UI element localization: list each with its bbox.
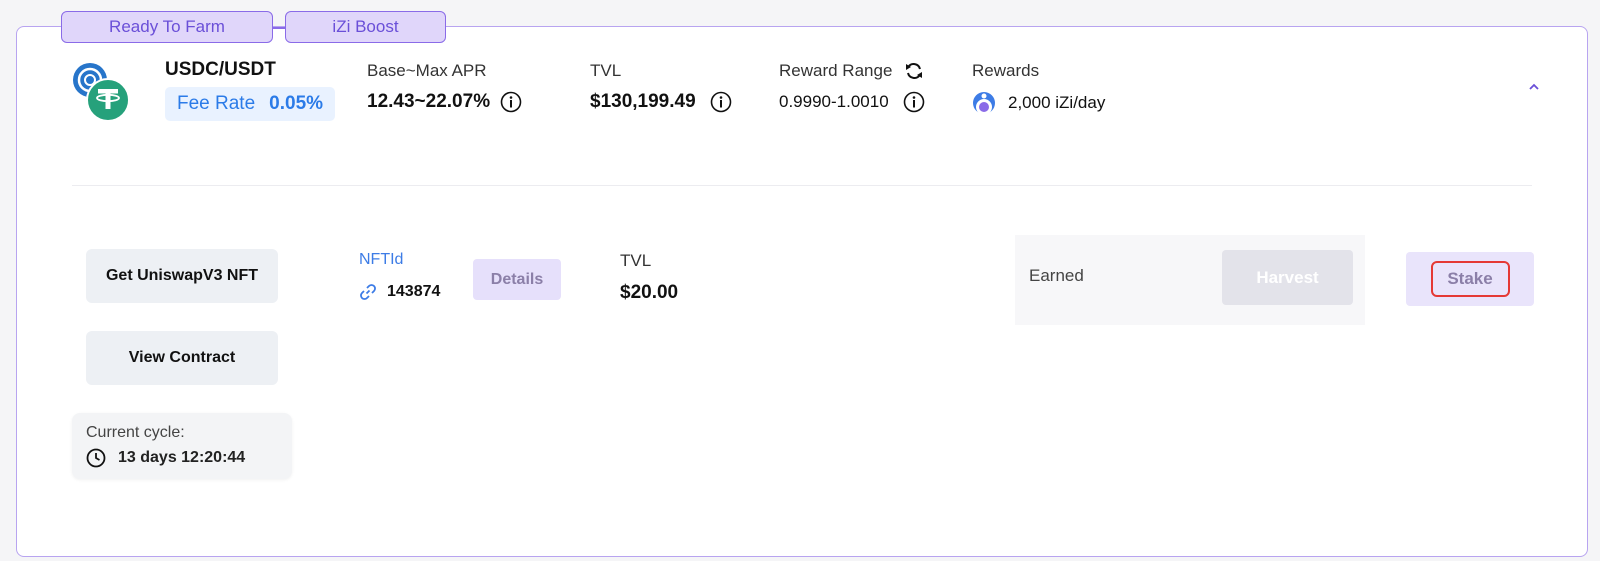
fee-rate-badge: Fee Rate 0.05% [165,87,336,121]
get-uniswapv3-nft-button[interactable]: Get UniswapV3 NFT [86,249,278,303]
tag-izi-boost: iZi Boost [285,11,446,43]
refresh-icon[interactable] [904,61,924,81]
fee-rate-label: Fee Rate [177,93,256,114]
reward-range-header: Reward Range [779,61,924,81]
nft-id-row[interactable]: 143874 [359,283,440,301]
tvl-row: $130,199.49 [590,91,732,113]
current-cycle-panel: Current cycle: 13 days 12:20:44 [72,413,292,479]
current-cycle-value: 13 days 12:20:44 [118,449,246,466]
apr-value: 12.43~22.07% [367,91,491,112]
link-icon[interactable] [359,283,377,301]
reward-range-info-icon[interactable] [903,91,925,113]
reward-range-label: Reward Range [779,61,893,80]
rewards-row: 2,000 iZi/day [972,91,1105,115]
nft-tvl-value: $20.00 [620,282,679,303]
rewards-value: 2,000 iZi/day [1008,93,1106,112]
pool-name: USDC/USDT [165,59,276,80]
section-divider [72,185,1532,186]
fee-rate-value: 0.05% [269,93,324,114]
earned-panel: Earned Harvest [1015,235,1365,325]
nft-id-label: NFTId [359,251,404,268]
tag-ready-to-farm: Ready To Farm [61,11,273,43]
rewards-label: Rewards [972,61,1040,80]
earned-label: Earned [1029,266,1084,285]
nft-id-value: 143874 [387,283,441,300]
farm-card: USDC/USDT Fee Rate 0.05% Base~Max APR 12… [16,26,1588,557]
current-cycle-label: Current cycle: [86,424,185,441]
current-cycle-row: 13 days 12:20:44 [86,448,245,468]
clock-icon [86,448,106,468]
chevron-up-icon[interactable] [1527,81,1541,93]
tag-connector [273,27,285,29]
apr-row: 12.43~22.07% [367,91,522,113]
tvl-value: $130,199.49 [590,91,696,112]
apr-info-icon[interactable] [500,91,522,113]
stake-button[interactable]: Stake [1406,252,1534,306]
details-button[interactable]: Details [473,259,561,300]
usdc-usdt-pair-icon [73,63,130,122]
tvl-info-icon[interactable] [710,91,732,113]
tvl-label: TVL [590,61,622,80]
reward-range-value: 0.9990-1.0010 [779,92,889,111]
stake-button-label[interactable]: Stake [1430,261,1510,297]
reward-range-row: 0.9990-1.0010 [779,91,925,113]
nft-tvl-label: TVL [620,251,652,270]
view-contract-button[interactable]: View Contract [86,331,278,385]
izi-token-icon [973,92,995,115]
harvest-button[interactable]: Harvest [1222,250,1353,305]
apr-label: Base~Max APR [367,61,487,80]
